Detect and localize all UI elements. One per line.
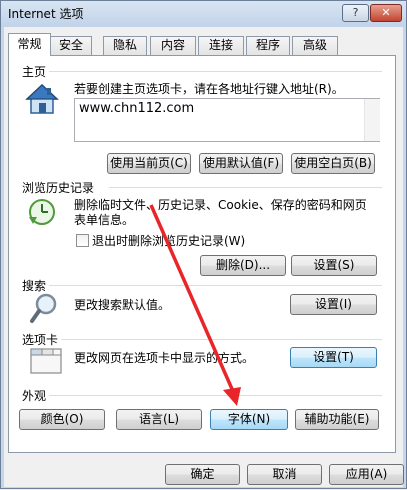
tab-advanced[interactable]: 高级 (292, 36, 338, 55)
colors-button[interactable]: 颜色(O) (19, 409, 105, 430)
cancel-button[interactable]: 取消 (247, 464, 322, 485)
tab-programs[interactable]: 程序 (246, 36, 290, 55)
appearance-group-line (49, 395, 382, 396)
help-button[interactable]: ? (342, 4, 369, 22)
use-current-page-button[interactable]: 使用当前页(C) (107, 153, 191, 174)
delete-history-button[interactable]: 删除(D)... (200, 255, 286, 276)
tabs-description: 更改网页在选项卡中显示的方式。 (74, 351, 255, 365)
delete-on-exit-label[interactable]: 退出时删除浏览历史记录(W) (92, 234, 245, 249)
close-button[interactable]: ✕ (370, 4, 402, 22)
use-blank-button[interactable]: 使用空白页(B) (291, 153, 375, 174)
homepage-description: 若要创建主页选项卡，请在各地址行键入地址(R)。 (74, 82, 344, 96)
tab-connections[interactable]: 连接 (198, 36, 244, 55)
title-bar[interactable]: Internet 选项 ? ✕ (1, 1, 406, 27)
homepage-group-line (49, 71, 382, 72)
history-group-line (109, 187, 382, 188)
appearance-group-label: 外观 (22, 389, 47, 403)
tabs-window-icon (30, 348, 62, 374)
homepage-url-textarea[interactable]: www.chn112.com (74, 98, 380, 142)
tab-privacy[interactable]: 隐私 (103, 36, 147, 55)
ok-button[interactable]: 确定 (165, 464, 240, 485)
tab-security[interactable]: 安全 (50, 36, 92, 55)
search-group-line (49, 285, 382, 286)
homepage-group-label: 主页 (22, 65, 47, 79)
fonts-button[interactable]: 字体(N) (210, 409, 288, 430)
history-settings-button[interactable]: 设置(S) (291, 255, 377, 276)
history-clock-icon (29, 199, 55, 225)
tabs-settings-button[interactable]: 设置(T) (290, 347, 377, 368)
accessibility-button[interactable]: 辅助功能(E) (295, 409, 379, 430)
search-description: 更改搜索默认值。 (74, 298, 171, 312)
apply-button[interactable]: 应用(A) (329, 464, 404, 485)
tab-content[interactable]: 内容 (150, 36, 196, 55)
homepage-scrollbar[interactable] (364, 99, 380, 141)
languages-button[interactable]: 语言(L) (116, 409, 202, 430)
history-description: 删除临时文件、历史记录、Cookie、保存的密码和网页表单信息。 (74, 198, 367, 227)
delete-on-exit-checkbox[interactable] (76, 234, 89, 247)
home-icon (25, 83, 59, 114)
homepage-url-text: www.chn112.com (79, 101, 195, 116)
search-settings-button[interactable]: 设置(I) (290, 294, 377, 315)
history-group-label: 浏览历史记录 (22, 181, 95, 195)
internet-options-dialog: Internet 选项 ? ✕ 常规 安全 隐私 内容 连接 程序 高级 主页 … (0, 0, 407, 489)
use-default-button[interactable]: 使用默认值(F) (199, 153, 283, 174)
window-title: Internet 选项 (8, 7, 84, 21)
magnifier-icon (30, 293, 57, 323)
tab-general[interactable]: 常规 (8, 33, 51, 56)
tabs-group-line (61, 339, 382, 340)
